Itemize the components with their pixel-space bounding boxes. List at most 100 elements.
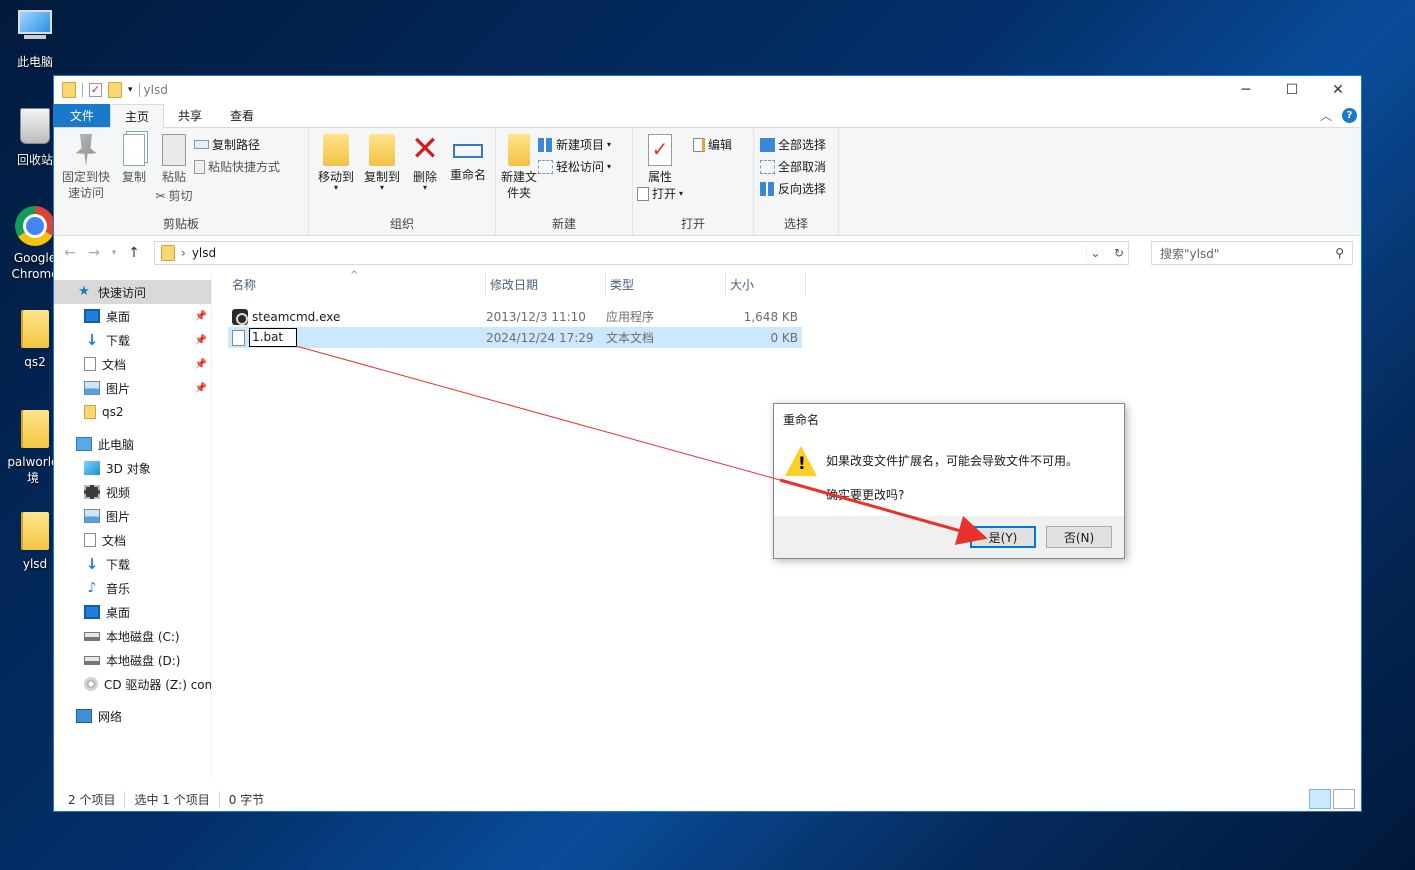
invert-selection-button[interactable]: 反向选择 bbox=[760, 180, 826, 197]
tab-file[interactable]: 文件 bbox=[54, 104, 111, 127]
dropdown-icon: ▾ bbox=[607, 162, 612, 171]
refresh-icon[interactable]: ↻ bbox=[1110, 246, 1128, 260]
chrome-icon bbox=[15, 206, 55, 246]
rename-input[interactable]: 1.bat bbox=[249, 328, 297, 347]
large-icons-view-icon[interactable] bbox=[1333, 789, 1355, 809]
nav-qa-documents[interactable]: 文档 📌 bbox=[54, 352, 211, 376]
collapse-ribbon-icon[interactable]: ︿ bbox=[1320, 107, 1332, 124]
folder-icon bbox=[15, 512, 55, 552]
status-item-count: 2 个项目 bbox=[68, 790, 126, 808]
nav-pc-desktop[interactable]: 桌面 bbox=[54, 600, 211, 624]
select-none-button[interactable]: 全部取消 bbox=[760, 158, 826, 175]
group-organize: 移动到 ▾ 复制到 ▾ ✕ 删除 ▾ 重命名 组织 bbox=[309, 128, 496, 235]
nav-pc-3d-objects[interactable]: 3D 对象 bbox=[54, 456, 211, 480]
dropdown-icon: ▾ bbox=[607, 140, 612, 149]
nav-label: 网络 bbox=[98, 709, 123, 724]
select-all-button[interactable]: 全部选择 bbox=[760, 136, 826, 153]
desktop-icon-this-pc[interactable]: 此电脑 bbox=[0, 6, 70, 70]
group-label: 打开 bbox=[680, 217, 705, 231]
breadcrumb-current[interactable]: ylsd bbox=[192, 246, 216, 260]
easy-access-button[interactable]: 轻松访问 ▾ bbox=[538, 158, 611, 175]
rename-icon bbox=[453, 144, 483, 158]
nav-label: 本地磁盘 (D:) bbox=[106, 653, 181, 668]
nav-label: qs2 bbox=[102, 405, 124, 419]
customize-toolbar-icon[interactable]: ▾ bbox=[128, 85, 133, 95]
window-title: ylsd bbox=[143, 83, 168, 97]
cut-button[interactable]: ✂ 剪切 bbox=[155, 187, 192, 204]
pin-icon bbox=[75, 134, 97, 166]
status-size: 0 字节 bbox=[228, 792, 265, 807]
network-icon bbox=[76, 709, 92, 723]
group-label: 新建 bbox=[551, 217, 576, 231]
properties-quick-icon[interactable]: ✓ bbox=[89, 83, 102, 97]
address-bar[interactable]: › ylsd ⌄ ↻ bbox=[154, 241, 1129, 265]
details-view-icon[interactable] bbox=[1309, 789, 1331, 809]
minimize-button[interactable]: ─ bbox=[1223, 76, 1269, 104]
rename-label: 重命名 bbox=[449, 168, 486, 182]
nav-pc-music[interactable]: ♪ 音乐 bbox=[54, 576, 211, 600]
computer-icon bbox=[76, 437, 92, 451]
nav-label: 快速访问 bbox=[98, 285, 147, 300]
dialog-question: 确实要更改吗? bbox=[826, 488, 905, 502]
scissors-icon: ✂ bbox=[155, 188, 166, 203]
new-folder-quick-icon[interactable] bbox=[108, 82, 122, 98]
nav-pc-drive-c[interactable]: 本地磁盘 (C:) bbox=[54, 624, 211, 648]
nav-network[interactable]: 网络 bbox=[54, 704, 211, 728]
tab-view[interactable]: 查看 bbox=[216, 104, 268, 127]
open-button[interactable]: 打开 ▾ bbox=[636, 185, 683, 202]
file-row[interactable]: steamcmd.exe 2013/12/3 11:10 应用程序 1,648 … bbox=[228, 306, 802, 327]
maximize-button[interactable]: ☐ bbox=[1269, 76, 1315, 104]
recent-chevron-down-icon[interactable]: ▾ bbox=[110, 248, 118, 258]
select-none-label: 全部取消 bbox=[778, 160, 827, 174]
nav-label: 桌面 bbox=[106, 309, 131, 324]
nav-pc-documents[interactable]: 文档 bbox=[54, 528, 211, 552]
nav-qa-qs2[interactable]: qs2 bbox=[54, 400, 211, 424]
nav-qa-downloads[interactable]: ↓ 下载 📌 bbox=[54, 328, 211, 352]
nav-pc-downloads[interactable]: ↓ 下载 bbox=[54, 552, 211, 576]
close-button[interactable]: ✕ bbox=[1315, 76, 1361, 104]
edit-button[interactable]: 编辑 bbox=[693, 136, 732, 153]
tab-home[interactable]: 主页 bbox=[110, 104, 165, 128]
column-date[interactable]: 修改日期 bbox=[486, 272, 606, 296]
up-arrow-icon[interactable]: ↑ bbox=[126, 245, 142, 261]
properties-label: 属性 bbox=[647, 170, 672, 184]
search-box[interactable]: 搜索"ylsd" ⚲ bbox=[1151, 241, 1353, 265]
forward-arrow-icon[interactable]: → bbox=[86, 245, 102, 261]
column-size[interactable]: 大小 bbox=[726, 272, 806, 296]
search-icon: ⚲ bbox=[1335, 246, 1344, 260]
nav-pc-drive-d[interactable]: 本地磁盘 (D:) bbox=[54, 648, 211, 672]
paste-label: 粘贴 bbox=[161, 170, 186, 184]
address-dropdown-icon[interactable]: ⌄ bbox=[1086, 246, 1104, 260]
group-select: 全部选择 全部取消 反向选择 选择 bbox=[754, 128, 839, 235]
yes-button[interactable]: 是(Y) bbox=[970, 526, 1036, 548]
file-date: 2013/12/3 11:10 bbox=[486, 309, 586, 324]
nav-label: 音乐 bbox=[106, 581, 131, 596]
pin-icon: 📌 bbox=[194, 310, 207, 322]
copy-path-icon bbox=[194, 140, 209, 149]
help-icon[interactable]: ? bbox=[1342, 108, 1357, 123]
back-arrow-icon[interactable]: ← bbox=[62, 245, 78, 261]
file-row-selected[interactable]: 1.bat 2024/12/24 17:29 文本文档 0 KB bbox=[228, 327, 802, 348]
nav-qa-pictures[interactable]: 图片 📌 bbox=[54, 376, 211, 400]
group-label: 剪贴板 bbox=[162, 217, 199, 231]
invert-selection-label: 反向选择 bbox=[778, 182, 827, 196]
divider bbox=[82, 83, 83, 97]
rename-dialog: 重命名 ! 如果改变文件扩展名，可能会导致文件不可用。 确实要更改吗? 是(Y)… bbox=[773, 403, 1125, 559]
nav-pc-videos[interactable]: 视频 bbox=[54, 480, 211, 504]
paste-shortcut-icon bbox=[194, 159, 205, 174]
nav-qa-desktop[interactable]: 桌面 📌 bbox=[54, 304, 211, 328]
column-type[interactable]: 类型 bbox=[606, 272, 726, 296]
nav-pc-cd-drive[interactable]: CD 驱动器 (Z:) con bbox=[54, 672, 211, 696]
no-button[interactable]: 否(N) bbox=[1046, 526, 1112, 548]
nav-label: 文档 bbox=[102, 357, 127, 372]
nav-quick-access[interactable]: ★ 快速访问 bbox=[54, 280, 211, 304]
paste-shortcut-button[interactable]: 粘贴快捷方式 bbox=[194, 158, 280, 175]
nav-this-pc[interactable]: 此电脑 bbox=[54, 432, 211, 456]
sort-ascending-icon: ^ bbox=[350, 270, 359, 281]
new-item-button[interactable]: 新建项目 ▾ bbox=[538, 136, 611, 153]
copy-path-button[interactable]: 复制路径 bbox=[194, 136, 280, 153]
open-icon bbox=[636, 186, 649, 201]
nav-pc-pictures[interactable]: 图片 bbox=[54, 504, 211, 528]
tab-share[interactable]: 共享 bbox=[164, 104, 216, 127]
dialog-message: 如果改变文件扩展名，可能会导致文件不可用。 bbox=[826, 454, 1079, 468]
